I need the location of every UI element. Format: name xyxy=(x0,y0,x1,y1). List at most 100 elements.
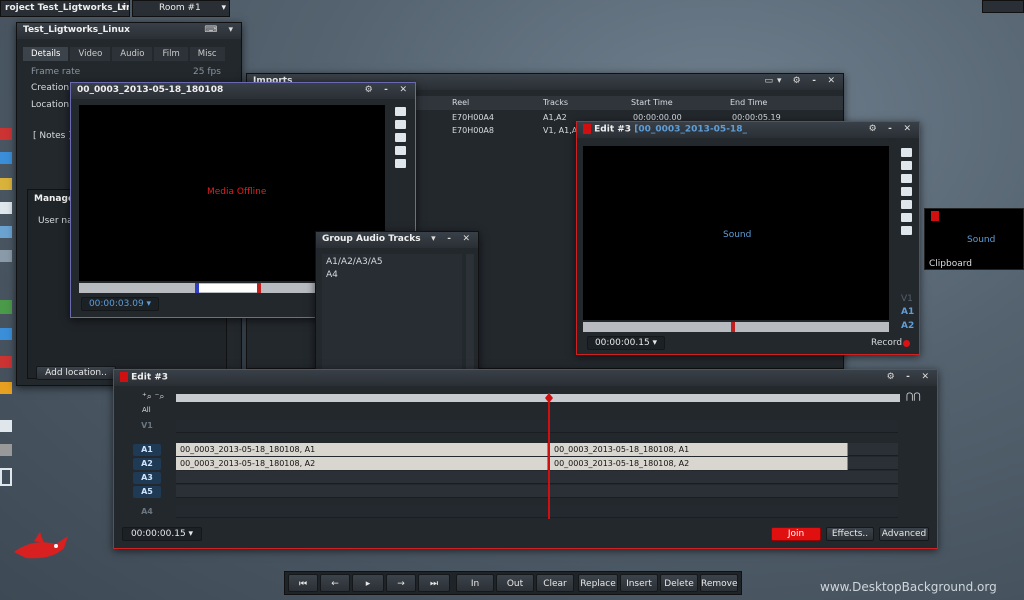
dock-icon[interactable] xyxy=(0,226,12,238)
clip[interactable]: 00_0003_2013-05-18_180108, A1 xyxy=(550,443,848,456)
track-label-a5[interactable]: A5 xyxy=(133,486,161,498)
edit-video[interactable]: Sound xyxy=(583,146,889,320)
manage-label: Manage xyxy=(34,194,75,204)
keyboard-icon[interactable]: ⌨ ▾ xyxy=(204,25,237,35)
delete-button[interactable]: Delete xyxy=(660,574,698,592)
track-v1[interactable]: V1 xyxy=(901,294,913,304)
panel-controls[interactable]: ⚙ ⁃ ✕ xyxy=(869,124,915,134)
dock-icon[interactable] xyxy=(0,202,12,214)
scrub-range xyxy=(199,284,259,292)
step-back-button[interactable]: ← xyxy=(320,574,350,592)
track-row[interactable] xyxy=(176,471,898,484)
edit-scrub-bar[interactable] xyxy=(583,322,889,332)
replace-button[interactable]: Replace xyxy=(578,574,618,592)
panel-controls[interactable]: ⚙ ⁃ ✕ xyxy=(365,85,411,95)
room-selector[interactable]: Room #1 ▾ xyxy=(132,0,230,17)
list-item[interactable]: A1/A2/A3/A5 xyxy=(326,257,458,267)
dock-icon[interactable] xyxy=(0,328,12,340)
dock-icon[interactable] xyxy=(0,468,12,486)
dock-icon[interactable] xyxy=(0,420,12,432)
panel-controls[interactable]: ▾ ⁃ ✕ xyxy=(431,234,474,244)
tab-film[interactable]: Film xyxy=(154,47,188,61)
list-item[interactable]: A4 xyxy=(326,270,338,280)
details-tabs: Details Video Audio Film Misc xyxy=(23,47,227,61)
source-side-icons[interactable] xyxy=(395,107,406,172)
timeline-ruler[interactable] xyxy=(176,394,900,402)
track-label-a2[interactable]: A2 xyxy=(133,458,161,470)
track-row[interactable] xyxy=(176,505,898,518)
track-label-v1[interactable]: V1 xyxy=(133,420,161,432)
notes-label[interactable]: [ Notes ] xyxy=(33,131,72,141)
effects-button[interactable]: Effects.. xyxy=(826,527,874,541)
project-selector[interactable]: roject Test_Ligtworks_Linux ▾ xyxy=(0,0,130,17)
track-label-a3[interactable]: A3 xyxy=(133,472,161,484)
track-a1[interactable]: A1 xyxy=(901,307,914,317)
all-label[interactable]: All xyxy=(142,406,151,414)
panel-controls[interactable]: ⚙ ⁃ ✕ xyxy=(887,372,933,382)
table-cell[interactable]: A1,A2 xyxy=(543,113,567,122)
headphones-icon[interactable]: ⋂⋂ xyxy=(906,392,921,402)
column-start-time[interactable]: Start Time xyxy=(631,98,673,107)
bookmark-icon xyxy=(583,124,591,134)
track-label-a4[interactable]: A4 xyxy=(133,506,161,518)
track-a2[interactable]: A2 xyxy=(901,321,914,331)
dock-icon[interactable] xyxy=(0,250,12,262)
add-location-button[interactable]: Add location.. xyxy=(36,366,116,380)
clip[interactable]: 00_0003_2013-05-18_180108, A2 xyxy=(176,457,548,470)
timeline-title: Edit #3 ⚙ ⁃ ✕ xyxy=(114,370,937,386)
column-reel[interactable]: Reel xyxy=(452,98,469,107)
window-controls[interactable] xyxy=(982,0,1024,13)
out-button[interactable]: Out xyxy=(496,574,534,592)
record-icon[interactable] xyxy=(903,340,910,347)
in-marker[interactable] xyxy=(195,283,199,293)
go-to-end-button[interactable]: ⏭ xyxy=(418,574,450,592)
dock-icon[interactable] xyxy=(0,356,12,368)
table-cell[interactable]: V1, A1,A xyxy=(543,126,577,135)
clip[interactable]: 00_0003_2013-05-18_180108, A2 xyxy=(550,457,848,470)
source-timecode[interactable]: 00:00:03.09 ▾ xyxy=(81,297,159,311)
table-cell[interactable]: E70H00A4 xyxy=(452,113,494,122)
column-end-time[interactable]: End Time xyxy=(730,98,767,107)
go-to-start-button[interactable]: ⏮ xyxy=(288,574,318,592)
insert-button[interactable]: Insert xyxy=(620,574,658,592)
table-cell[interactable]: E70H00A8 xyxy=(452,126,494,135)
advanced-button[interactable]: Advanced xyxy=(879,527,929,541)
timeline-playhead[interactable] xyxy=(548,393,550,519)
playhead-marker[interactable] xyxy=(257,283,261,293)
tab-audio[interactable]: Audio xyxy=(112,47,153,61)
track-label-a1[interactable]: A1 xyxy=(133,444,161,456)
step-forward-button[interactable]: → xyxy=(386,574,416,592)
clear-button[interactable]: Clear xyxy=(536,574,574,592)
play-button[interactable]: ▸ xyxy=(352,574,384,592)
edit-timecode[interactable]: 00:00:00.15 ▾ xyxy=(587,336,665,350)
location-label: Location xyxy=(31,100,70,110)
zoom-controls[interactable]: ⁺⌕ ⁻⌕ xyxy=(142,392,164,402)
clip[interactable]: 00_0003_2013-05-18_180108, A1 xyxy=(176,443,548,456)
tab-details[interactable]: Details xyxy=(23,47,69,61)
dock-icon[interactable] xyxy=(0,178,12,190)
dock-icon[interactable] xyxy=(0,382,12,394)
track-row[interactable] xyxy=(176,485,898,498)
join-button[interactable]: Join xyxy=(771,527,821,541)
clipboard-panel[interactable]: Sound Clipboard xyxy=(924,208,1024,270)
source-title: 00_0003_2013-05-18_180108 ⚙ ⁃ ✕ xyxy=(71,83,415,99)
column-tracks[interactable]: Tracks xyxy=(543,98,568,107)
clipboard-label: Clipboard xyxy=(929,259,972,269)
timeline-timecode[interactable]: 00:00:00.15 ▾ xyxy=(122,527,202,541)
remove-button[interactable]: Remove xyxy=(700,574,738,592)
dock-icon[interactable] xyxy=(0,444,12,456)
record-label[interactable]: Record xyxy=(871,338,902,348)
frame-rate-value[interactable]: 25 fps xyxy=(193,67,221,77)
playhead-marker[interactable] xyxy=(731,322,735,332)
left-dock xyxy=(0,100,14,500)
chevron-down-icon: ▾ xyxy=(121,3,126,13)
dock-icon[interactable] xyxy=(0,128,12,140)
dock-icon[interactable] xyxy=(0,300,12,314)
tab-misc[interactable]: Misc xyxy=(189,47,225,61)
track-row[interactable] xyxy=(176,420,898,433)
in-button[interactable]: In xyxy=(456,574,494,592)
edit-side-icons[interactable] xyxy=(901,148,912,239)
tab-video[interactable]: Video xyxy=(70,47,111,61)
panel-controls[interactable]: ▭▾ ⚙ ⁃ ✕ xyxy=(764,76,839,86)
dock-icon[interactable] xyxy=(0,152,12,164)
